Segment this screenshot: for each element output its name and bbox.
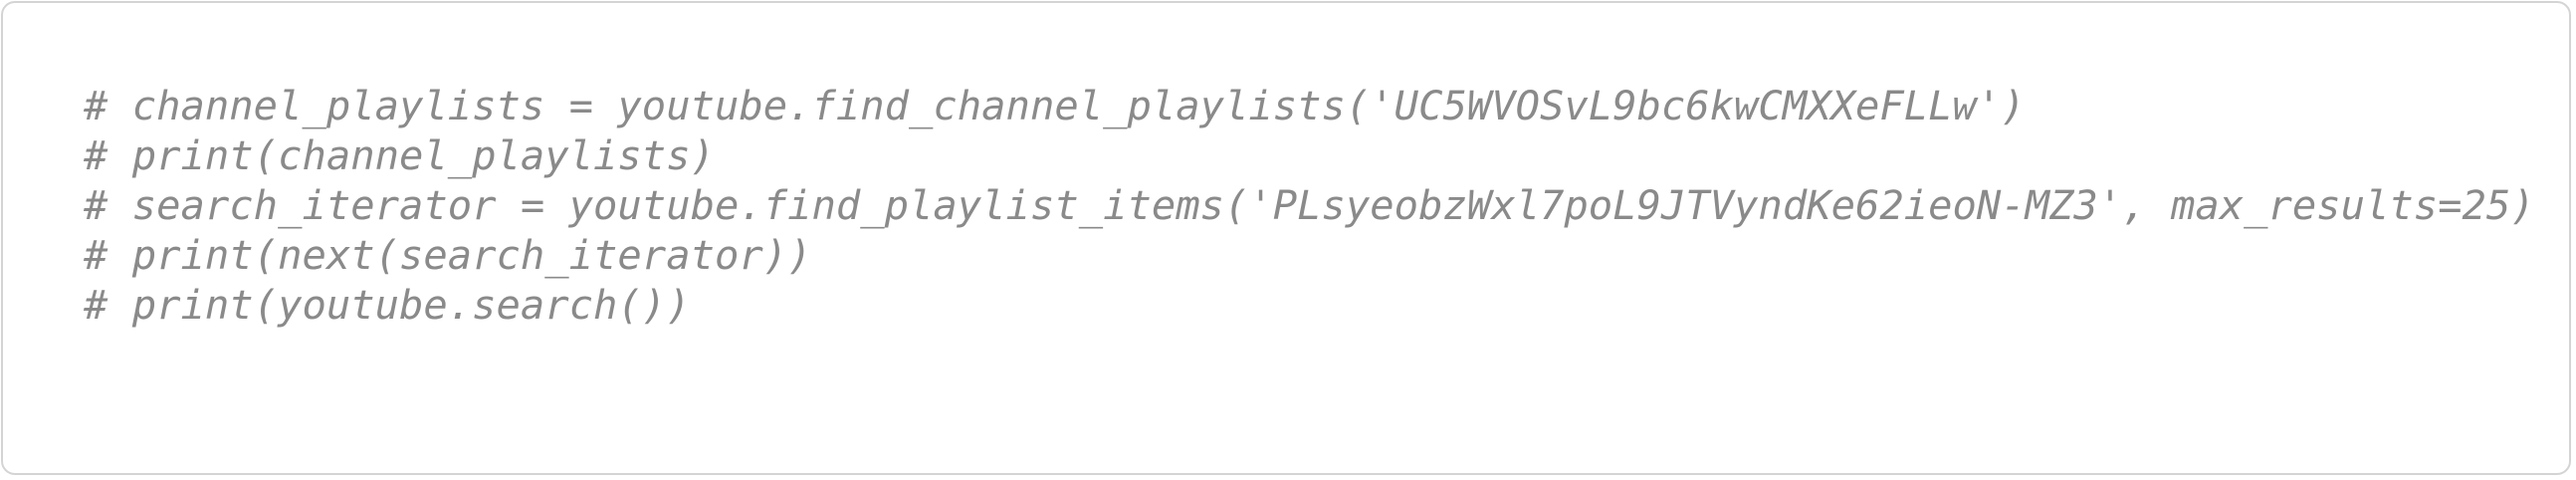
code-block: # channel_playlists = youtube.find_chann… (84, 81, 2535, 330)
code-line-search-iterator: # search_iterator = youtube.find_playlis… (84, 181, 2535, 229)
code-line-print-channel-playlists: # print(channel_playlists) (84, 131, 715, 179)
code-line-print-next-iterator: # print(next(search_iterator)) (84, 231, 812, 279)
code-snippet-card: # channel_playlists = youtube.find_chann… (1, 1, 2571, 475)
code-line-channel-playlists: # channel_playlists = youtube.find_chann… (84, 82, 2026, 129)
code-line-print-search: # print(youtube.search()) (84, 281, 691, 329)
